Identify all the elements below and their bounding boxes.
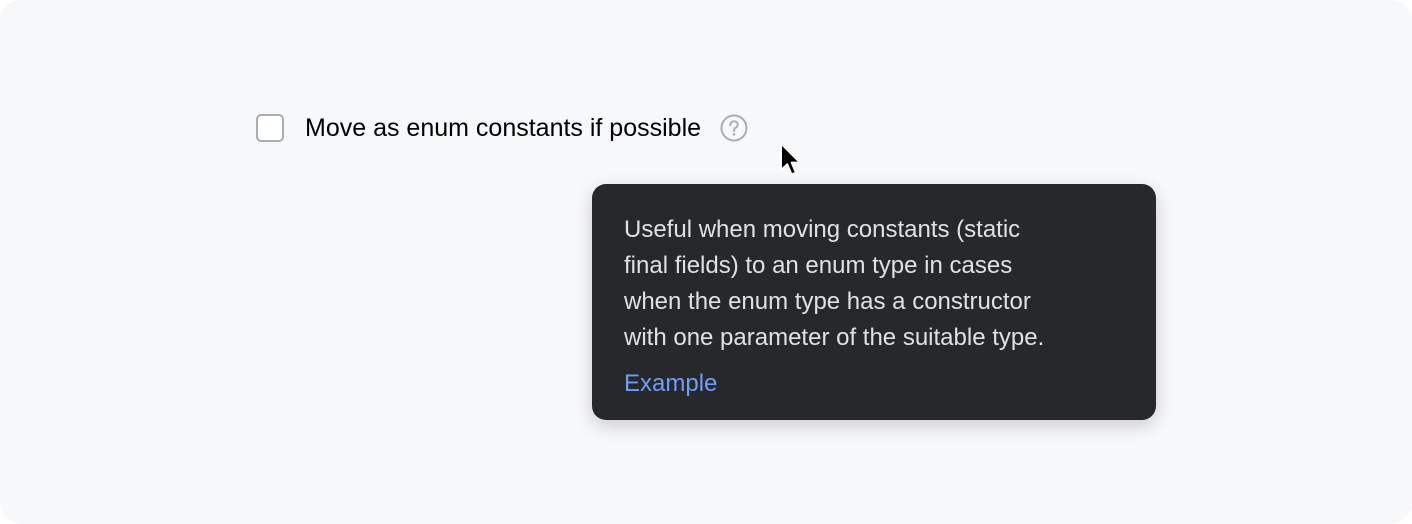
example-link[interactable]: Example (624, 366, 717, 402)
tooltip-description: Useful when moving constants (static fin… (624, 212, 1124, 356)
enum-constants-option: Move as enum constants if possible (256, 112, 748, 144)
tooltip-line: with one parameter of the suitable type. (624, 324, 1045, 351)
enum-constants-checkbox[interactable] (256, 114, 284, 142)
dialog-canvas: Move as enum constants if possible Usefu… (0, 0, 1412, 524)
help-tooltip: Useful when moving constants (static fin… (592, 184, 1156, 420)
mouse-cursor-icon (780, 142, 801, 176)
question-circle-icon[interactable] (720, 114, 748, 142)
enum-constants-label[interactable]: Move as enum constants if possible (305, 114, 701, 143)
tooltip-line: Useful when moving constants (static (624, 216, 1021, 243)
tooltip-line: final fields) to an enum type in cases (624, 252, 1013, 279)
tooltip-line: when the enum type has a constructor (624, 288, 1031, 315)
